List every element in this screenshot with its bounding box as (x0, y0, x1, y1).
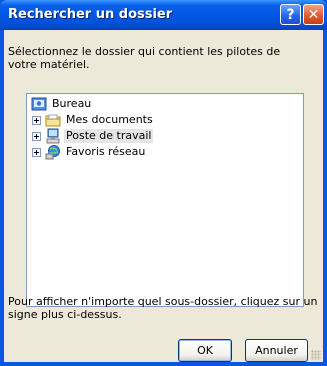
instruction-text: Sélectionnez le dossier qui contient les… (8, 45, 281, 71)
window-title: Rechercher un dossier (8, 7, 173, 22)
help-button[interactable]: ? (280, 4, 301, 25)
tree-item-bureau[interactable]: Bureau (31, 96, 93, 112)
network-icon (45, 145, 60, 160)
desktop-icon (31, 97, 47, 111)
tree-item-favoris-reseau[interactable]: Favoris réseau (32, 144, 147, 160)
close-button[interactable]: ✕ (303, 4, 324, 25)
folder-tree[interactable]: Bureau Mes documents Poste de travail Fa… (26, 93, 304, 307)
ok-button[interactable]: OK (178, 339, 232, 362)
tree-item-label: Poste de travail (64, 129, 154, 143)
title-bar[interactable]: Rechercher un dossier ? ✕ (0, 0, 327, 30)
resize-grip-icon[interactable] (311, 350, 321, 360)
dialog-window: Rechercher un dossier ? ✕ Sélectionnez l… (0, 0, 327, 366)
computer-icon (46, 128, 60, 144)
tree-item-poste-de-travail[interactable]: Poste de travail (32, 128, 154, 144)
tree-item-label: Favoris réseau (66, 145, 146, 158)
expand-plus-icon[interactable] (32, 131, 41, 141)
expand-plus-icon[interactable] (32, 115, 41, 125)
dialog-body: Sélectionnez le dossier qui contient les… (4, 30, 323, 362)
cancel-button[interactable]: Annuler (245, 339, 308, 362)
tree-item-label: Bureau (52, 97, 92, 110)
tree-item-label: Mes documents (66, 113, 153, 126)
expand-plus-icon[interactable] (32, 147, 41, 157)
hint-text: Pour afficher n'importe quel sous-dossie… (8, 295, 318, 321)
tree-item-mes-documents[interactable]: Mes documents (32, 112, 155, 128)
folder-icon (45, 114, 61, 127)
